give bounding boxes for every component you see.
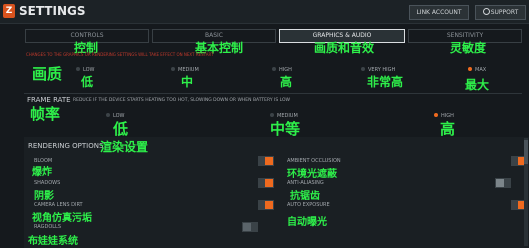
- radio-dot-icon: [171, 67, 175, 71]
- tab-graphics-audio-cn: 画质和音效: [314, 41, 375, 55]
- bloom-toggle[interactable]: [258, 156, 274, 166]
- frame-rate-high-cn: 高: [440, 120, 456, 138]
- scrollbar-thumb[interactable]: [524, 140, 528, 164]
- scrollbar[interactable]: [524, 138, 528, 246]
- support-label: SUPPORT: [490, 9, 519, 16]
- radio-dot-icon: [270, 113, 274, 117]
- quality-title-cn: 画质: [32, 65, 63, 83]
- quality-low-cn: 低: [81, 75, 94, 89]
- tab-sensitivity-cn: 灵敏度: [450, 41, 487, 55]
- restart-warning: CHANGES TO THE GRAPHICS OR RENDERING SET…: [26, 52, 214, 57]
- ambient-occlusion-cn: 环境光遮蔽: [287, 169, 337, 180]
- radio-dot-icon: [272, 67, 276, 71]
- frame-rate-medium-cn: 中等: [270, 120, 301, 138]
- radio-dot-selected-icon: [468, 67, 472, 71]
- ragdolls-toggle[interactable]: [242, 222, 258, 232]
- anti-aliasing-toggle[interactable]: [495, 178, 511, 188]
- anti-aliasing-label: ANTI-ALIASING: [287, 180, 324, 186]
- anti-aliasing-cn: 抗锯齿: [290, 191, 320, 202]
- rendering-title-cn: 渲染设置: [100, 140, 149, 154]
- link-account-button[interactable]: LINK ACCOUNT: [409, 5, 469, 20]
- support-button[interactable]: SUPPORT: [475, 5, 526, 20]
- ragdolls-cn: 布娃娃系统: [28, 236, 78, 247]
- bloom-cn: 爆炸: [32, 167, 52, 178]
- shadows-label: SHADOWS: [34, 180, 61, 186]
- radio-dot-icon: [76, 67, 80, 71]
- quality-option-max[interactable]: MAX: [468, 67, 486, 73]
- shadows-toggle[interactable]: [258, 178, 274, 188]
- radio-dot-icon: [361, 67, 365, 71]
- camera-lens-dirt-cn: 视角仿真污垢: [32, 213, 92, 224]
- radio-dot-icon: [106, 113, 110, 117]
- section-divider: [24, 93, 522, 94]
- shadows-cn: 阴影: [34, 191, 54, 202]
- rendering-title: RENDERING OPTIONS: [28, 142, 104, 150]
- headset-icon: [482, 8, 490, 15]
- app-logo-icon: Z: [3, 4, 15, 18]
- quality-medium-cn: 中: [181, 75, 194, 89]
- auto-exposure-label: AUTO EXPOSURE: [287, 202, 330, 208]
- page-title: SETTINGS: [19, 4, 86, 18]
- quality-very-high-cn: 非常高: [367, 75, 404, 89]
- auto-exposure-cn: 自动曝光: [287, 217, 327, 228]
- frame-rate-title-cn: 帧率: [30, 105, 61, 123]
- ragdolls-label: RAGDOLLS: [34, 224, 62, 230]
- frame-rate-low-cn: 低: [113, 120, 129, 138]
- ambient-occlusion-label: AMBIENT OCCLUSION: [287, 158, 341, 164]
- quality-high-cn: 高: [280, 75, 293, 89]
- camera-lens-dirt-label: CAMERA LENS DIRT: [34, 202, 83, 208]
- quality-max-cn: 最大: [465, 78, 490, 92]
- frame-rate-note: REDUCE IF THE DEVICE STARTS HEATING TOO …: [73, 98, 290, 103]
- camera-lens-dirt-toggle[interactable]: [258, 200, 274, 210]
- radio-dot-selected-icon: [434, 113, 438, 117]
- top-bar: Z SETTINGS LINK ACCOUNT SUPPORT: [0, 0, 529, 24]
